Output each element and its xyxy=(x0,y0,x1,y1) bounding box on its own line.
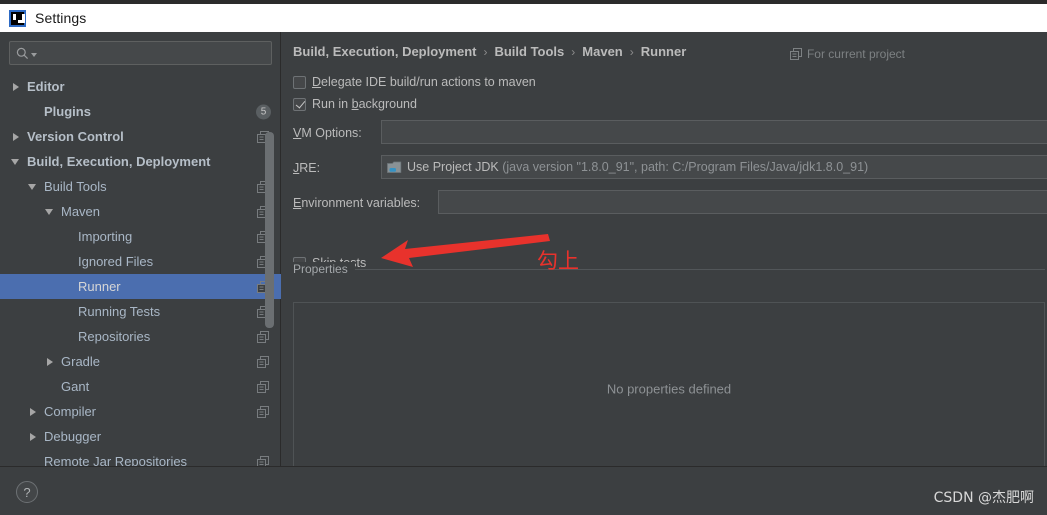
sidebar-item-label: Build Tools xyxy=(44,179,107,194)
sidebar-item-maven[interactable]: Maven xyxy=(0,199,281,224)
sidebar-item-build-tools[interactable]: Build Tools xyxy=(0,174,281,199)
breadcrumb: Build, Execution, Deployment › Build Tools… xyxy=(293,44,686,59)
delegate-ide-build-label: Delegate IDE build/run actions to maven xyxy=(312,75,536,89)
intellij-idea-logo-icon xyxy=(9,9,26,27)
sidebar-item-label: Maven xyxy=(61,204,101,219)
sidebar-item-gant[interactable]: Gant xyxy=(0,374,281,399)
annotation-text: 勾上 xyxy=(537,249,579,273)
chevron-down-icon[interactable] xyxy=(27,180,40,193)
breadcrumb-item[interactable]: Build, Execution, Deployment xyxy=(293,44,476,59)
sidebar-item-gradle[interactable]: Gradle xyxy=(0,349,281,374)
sidebar-item-label: Editor xyxy=(27,79,65,94)
properties-empty-message: No properties defined xyxy=(606,381,732,397)
for-current-project-label: For current project xyxy=(789,47,905,61)
folder-icon xyxy=(387,161,402,173)
breadcrumb-separator: › xyxy=(629,44,634,59)
sidebar-item-version-control[interactable]: Version Control xyxy=(0,124,281,149)
breadcrumb-separator: › xyxy=(571,44,576,59)
properties-table[interactable]: No properties defined xyxy=(293,302,1045,476)
sidebar-item-editor[interactable]: Editor xyxy=(0,74,281,99)
sidebar-item-remote-jar-repositories[interactable]: Remote Jar Repositories xyxy=(0,449,281,466)
breadcrumb-item[interactable]: Maven xyxy=(582,44,622,59)
help-label: ? xyxy=(23,484,31,500)
window-titlebar: Settings xyxy=(0,0,1047,32)
dialog-footer xyxy=(0,466,1047,515)
sidebar-item-label: Gant xyxy=(61,379,90,394)
chevron-right-icon[interactable] xyxy=(44,355,57,368)
settings-sidebar: Editor Plugins 5 Version Control Build, Exec… xyxy=(0,32,281,466)
environment-variables-label: Environment variables: xyxy=(293,196,421,210)
sidebar-item-plugins[interactable]: Plugins 5 xyxy=(0,99,281,124)
chevron-down-icon[interactable] xyxy=(10,155,23,168)
jre-combobox[interactable]: Use Project JDK (java version "1.8.0_91"… xyxy=(381,155,1047,179)
sidebar-item-label: Debugger xyxy=(44,429,102,444)
help-icon[interactable]: ? xyxy=(16,481,38,503)
sidebar-item-label: Running Tests xyxy=(78,304,161,319)
chevron-down-icon[interactable] xyxy=(44,205,57,218)
for-current-project-text: For current project xyxy=(806,47,905,61)
sidebar-item-label: Runner xyxy=(78,279,121,294)
breadcrumb-item[interactable]: Runner xyxy=(641,44,687,59)
sidebar-item-compiler[interactable]: Compiler xyxy=(0,399,281,424)
sidebar-item-label: Repositories xyxy=(78,329,151,344)
sidebar-item-label: Remote Jar Repositories xyxy=(44,454,188,466)
chevron-right-icon[interactable] xyxy=(27,430,40,443)
sidebar-item-label: Ignored Files xyxy=(78,254,154,269)
sidebar-item-build-execution-deployment[interactable]: Build, Execution, Deployment xyxy=(0,149,281,174)
search-input[interactable] xyxy=(37,46,265,60)
vm-options-field[interactable] xyxy=(381,120,1047,144)
sidebar-item-ignored-files[interactable]: Ignored Files xyxy=(0,249,281,274)
properties-section-title: Properties xyxy=(293,262,355,276)
sidebar-item-label: Build, Execution, Deployment xyxy=(27,154,211,169)
run-in-background-checkbox[interactable] xyxy=(293,97,306,111)
chevron-right-icon[interactable] xyxy=(27,405,40,418)
sidebar-item-repositories[interactable]: Repositories xyxy=(0,324,281,349)
sidebar-item-running-tests[interactable]: Running Tests xyxy=(0,299,281,324)
vm-options-label: VM Options: xyxy=(293,126,362,140)
sidebar-item-label: Importing xyxy=(78,229,133,244)
sidebar-item-label: Compiler xyxy=(44,404,97,419)
settings-main-panel: Build, Execution, Deployment › Build Tools… xyxy=(282,32,1047,476)
sidebar-scrollbar-track[interactable] xyxy=(265,74,277,466)
delegate-ide-build-checkbox[interactable] xyxy=(293,75,306,89)
chevron-right-icon[interactable] xyxy=(10,130,23,143)
breadcrumb-separator: › xyxy=(483,44,488,59)
run-in-background-checkbox-row[interactable]: Run in background xyxy=(293,97,417,111)
copy-icon xyxy=(789,48,802,60)
jre-label: JRE: xyxy=(293,161,321,175)
jre-value: Use Project JDK (java version "1.8.0_91"… xyxy=(407,160,869,174)
sidebar-item-debugger[interactable]: Debugger xyxy=(0,424,281,449)
settings-dialog: Settings Editor Plugins 5 Version Control Bu… xyxy=(0,0,1047,515)
sidebar-item-label: Version Control xyxy=(27,129,124,144)
environment-variables-field[interactable] xyxy=(438,190,1047,214)
breadcrumb-item[interactable]: Build Tools xyxy=(494,44,564,59)
delegate-ide-build-checkbox-row[interactable]: Delegate IDE build/run actions to maven xyxy=(293,75,536,89)
search-icon xyxy=(16,47,29,59)
sidebar-item-importing[interactable]: Importing xyxy=(0,224,281,249)
settings-tree[interactable]: Editor Plugins 5 Version Control Build, Exec… xyxy=(0,74,281,466)
chevron-right-icon[interactable] xyxy=(10,80,23,93)
search-box[interactable] xyxy=(9,41,272,65)
sidebar-item-runner[interactable]: Runner xyxy=(0,274,281,299)
sidebar-scrollbar-thumb[interactable] xyxy=(265,132,274,328)
sidebar-item-label: Gradle xyxy=(61,354,101,369)
properties-section-divider xyxy=(293,269,1045,270)
csdn-watermark: CSDN @杰肥啊 xyxy=(933,490,1034,506)
run-in-background-label: Run in background xyxy=(312,97,417,111)
window-title: Settings xyxy=(35,10,87,26)
sidebar-item-label: Plugins xyxy=(44,104,91,119)
